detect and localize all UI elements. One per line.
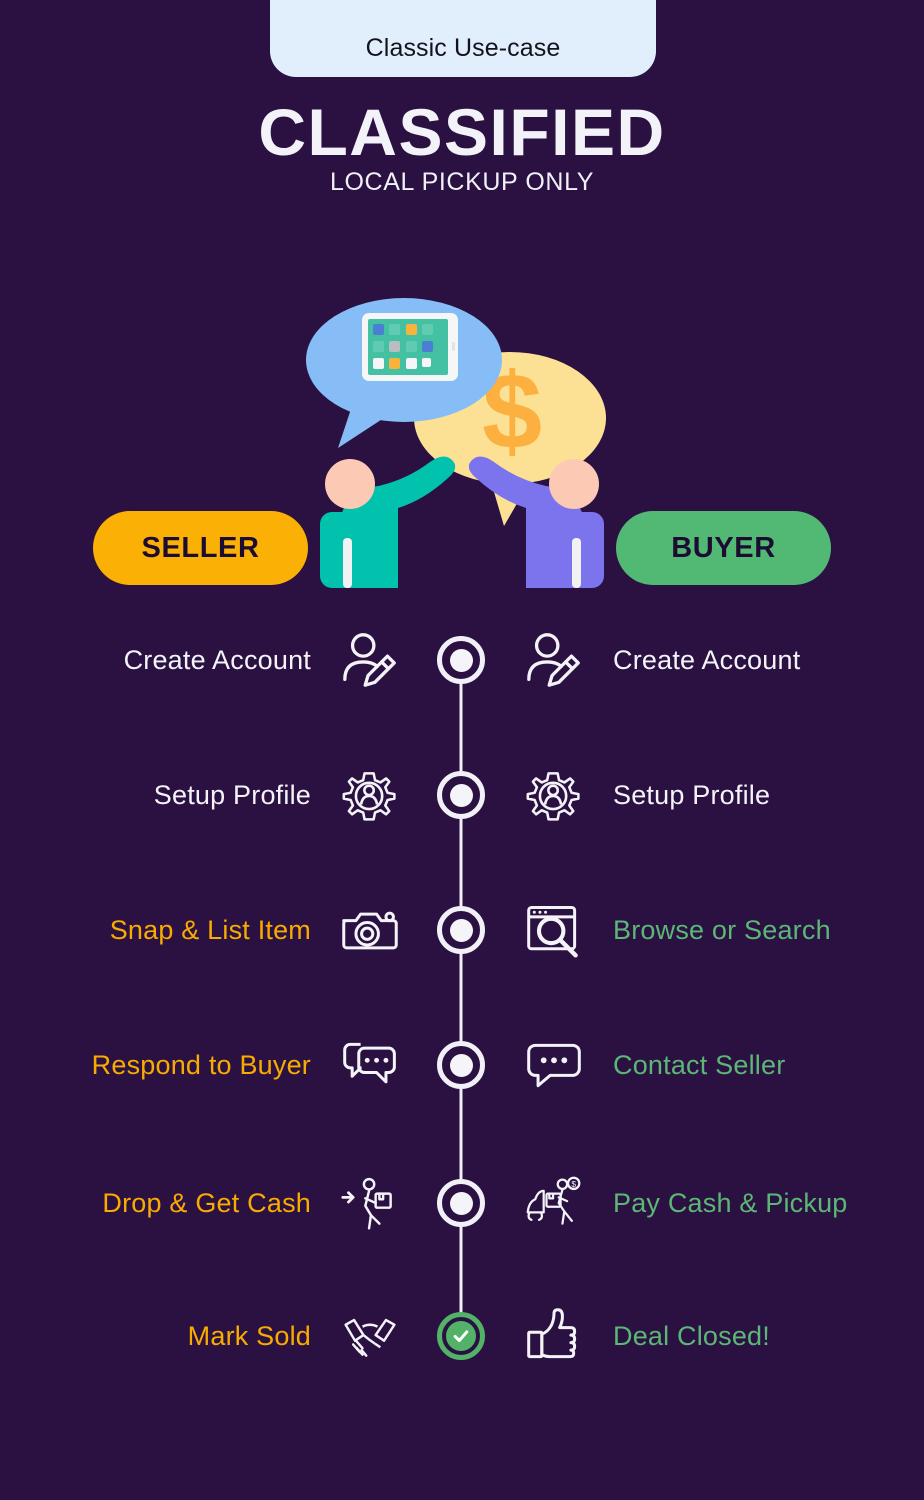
buyer-step: Contact Seller	[513, 1017, 924, 1113]
buyer-step: $ Pay Cash & Pickup	[513, 1155, 924, 1251]
buyer-step: Setup Profile	[513, 747, 924, 843]
hero-illustration: $	[282, 288, 642, 588]
seller-step-label: Drop & Get Cash	[102, 1187, 311, 1218]
thumbs-up-icon	[517, 1299, 591, 1373]
gear-person-icon	[517, 758, 591, 832]
seller-step-label: Respond to Buyer	[91, 1049, 311, 1080]
seller-figure	[320, 456, 456, 588]
timeline-node	[437, 636, 485, 684]
timeline-node	[437, 1041, 485, 1089]
use-case-pill-label: Classic Use-case	[365, 34, 561, 62]
buyer-step-label: Create Account	[613, 644, 801, 675]
gear-person-icon	[333, 758, 407, 832]
buyer-step-label: Setup Profile	[613, 779, 771, 810]
seller-step: Mark Sold	[0, 1288, 411, 1384]
seller-step-label: Snap & List Item	[109, 914, 311, 945]
buyer-step-label: Browse or Search	[613, 914, 831, 945]
browser-search-icon	[517, 893, 591, 967]
tablet-icon	[362, 313, 458, 381]
buyer-step: Browse or Search	[513, 882, 924, 978]
seller-step: Create Account	[0, 612, 411, 708]
node-dot	[449, 648, 473, 672]
buyer-step: Create Account	[513, 612, 924, 708]
buyer-step-label: Contact Seller	[613, 1049, 786, 1080]
chat-bubbles-icon	[333, 1028, 407, 1102]
handshake-icon	[333, 1299, 407, 1373]
check-icon	[446, 1321, 476, 1351]
seller-step-label: Create Account	[123, 644, 311, 675]
buyer-step-label: Deal Closed!	[613, 1320, 770, 1351]
buyer-step-label: Pay Cash & Pickup	[613, 1187, 848, 1218]
timeline-node-final	[437, 1312, 485, 1360]
person-add-pencil-icon	[517, 623, 591, 697]
chat-bubble-icon	[517, 1028, 591, 1102]
seller-step: Setup Profile	[0, 747, 411, 843]
seller-badge-label: SELLER	[141, 531, 260, 564]
timeline-node	[437, 1179, 485, 1227]
node-dot	[449, 1191, 473, 1215]
camera-icon	[333, 893, 407, 967]
seller-step: Snap & List Item	[0, 882, 411, 978]
seller-badge: SELLER	[93, 511, 308, 585]
delivery-person-box-icon	[333, 1166, 407, 1240]
infographic-poster: Classic Use-case CLASSIFIED LOCAL PICKUP…	[0, 0, 924, 1500]
timeline-node	[437, 906, 485, 954]
page-title: CLASSIFIED	[258, 95, 666, 169]
person-add-pencil-icon	[333, 623, 407, 697]
buyer-step: Deal Closed!	[513, 1288, 924, 1384]
buyer-badge-label: BUYER	[671, 531, 776, 564]
timeline-node	[437, 771, 485, 819]
seller-step-label: Setup Profile	[153, 779, 311, 810]
seller-step: Drop & Get Cash	[0, 1155, 411, 1251]
seller-step-label: Mark Sold	[187, 1320, 311, 1351]
use-case-pill: Classic Use-case	[270, 0, 656, 77]
svg-text:$: $	[571, 1179, 576, 1189]
node-dot	[449, 783, 473, 807]
seller-step: Respond to Buyer	[0, 1017, 411, 1113]
page-subtitle: LOCAL PICKUP ONLY	[330, 168, 594, 196]
buyer-badge: BUYER	[616, 511, 831, 585]
node-dot	[449, 918, 473, 942]
node-dot	[449, 1053, 473, 1077]
car-pickup-cash-icon: $	[517, 1166, 591, 1240]
